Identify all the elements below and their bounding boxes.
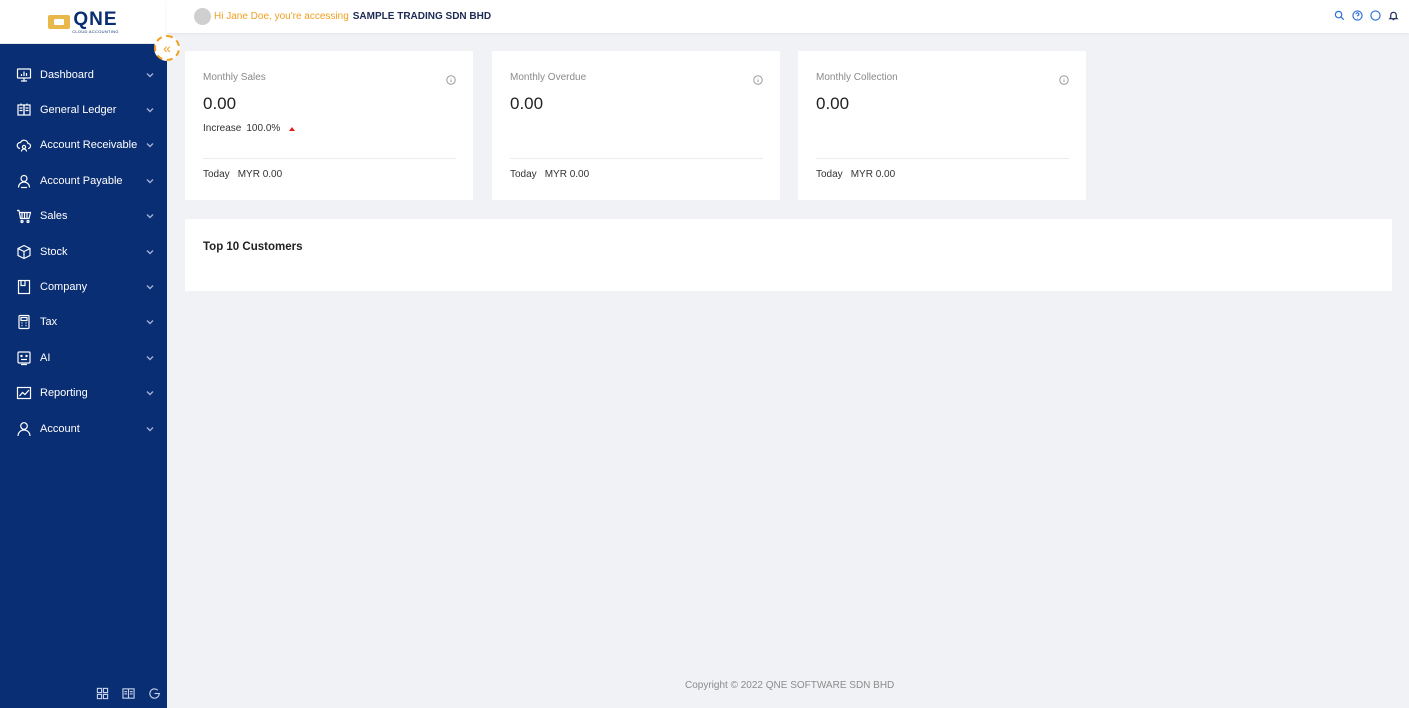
sidebar-item-label: Company [40, 281, 88, 294]
bell-icon[interactable] [1387, 9, 1399, 21]
kpi-card-monthly-collection: Monthly Collection 0.00 Today MYR 0.00 [798, 51, 1086, 200]
company-name: SAMPLE TRADING SDN BHD [352, 11, 492, 22]
kpi-today-value: MYR 0.00 [850, 169, 896, 180]
grid-icon[interactable] [95, 686, 109, 700]
person-icon [15, 420, 33, 438]
logo-subtitle: CLOUD ACCOUNTING [72, 28, 119, 34]
sidebar-item-ai[interactable]: AI [0, 340, 167, 375]
user-icon [15, 172, 33, 190]
ledger-icon [15, 101, 33, 119]
divider [510, 158, 763, 159]
logout-icon[interactable] [147, 686, 161, 700]
top-customers-panel: Top 10 Customers [185, 219, 1392, 291]
chevron-down-icon [146, 317, 154, 325]
chevron-down-icon [146, 70, 154, 78]
sidebar-item-label: Account Payable [40, 174, 123, 187]
sidebar-item-account-payable[interactable]: Account Payable [0, 163, 167, 198]
chevron-down-icon [146, 211, 154, 219]
sidebar-item-label: Account Receivable [40, 139, 138, 152]
kpi-value: 0.00 [816, 94, 850, 113]
sidebar-item-label: Sales [40, 210, 68, 223]
sidebar-item-reporting[interactable]: Reporting [0, 376, 167, 411]
sidebar-item-label: General Ledger [40, 104, 117, 117]
sidebar-item-tax[interactable]: Tax [0, 305, 167, 340]
kpi-footer: Today MYR 0.00 [510, 169, 589, 180]
sidebar-item-label: Dashboard [40, 68, 94, 81]
collapse-sidebar-button[interactable]: « [154, 35, 180, 61]
sidebar-item-label: Tax [40, 316, 58, 329]
sidebar-item-label: AI [40, 351, 51, 364]
kpi-today-label: Today [510, 169, 537, 180]
sidebar-item-stock[interactable]: Stock [0, 234, 167, 269]
sidebar-item-label: Account [40, 422, 80, 435]
sidebar-item-sales[interactable]: Sales [0, 199, 167, 234]
sidebar-item-label: Reporting [40, 387, 88, 400]
robot-icon [15, 349, 33, 367]
cart-icon [15, 207, 33, 225]
kpi-card-monthly-overdue: Monthly Overdue 0.00 Today MYR 0.00 [492, 51, 780, 200]
chevron-down-icon [146, 282, 154, 290]
info-icon[interactable] [446, 72, 456, 85]
double-chevron-left-icon: « [163, 40, 171, 56]
book-icon[interactable] [121, 686, 135, 700]
line-chart-icon [15, 384, 33, 402]
avatar[interactable] [194, 8, 211, 25]
kpi-today-value: MYR 0.00 [544, 169, 590, 180]
sidebar-item-account-receivable[interactable]: Account Receivable [0, 128, 167, 163]
kpi-title: Monthly Sales [203, 72, 266, 83]
box-icon [15, 243, 33, 261]
topbar: Hi Jane Doe, you're accessing SAMPLE TRA… [167, 0, 1409, 33]
info-icon[interactable] [753, 72, 763, 85]
chevron-down-icon [146, 424, 154, 432]
kpi-value: 0.00 [510, 94, 544, 113]
search-icon[interactable] [1333, 9, 1345, 21]
chevron-down-icon [146, 353, 154, 361]
kpi-change-value: 100.0% [246, 123, 281, 134]
sidebar-item-label: Stock [40, 245, 68, 258]
kpi-change-label: Increase [203, 123, 242, 134]
calculator-icon [15, 313, 33, 331]
kpi-footer: Today MYR 0.00 [816, 169, 895, 180]
chevron-down-icon [146, 247, 154, 255]
copyright-text: Copyright © 2022 QNE SOFTWARE SDN BHD [685, 680, 895, 691]
arrow-up-icon [289, 126, 296, 131]
kpi-today-label: Today [816, 169, 843, 180]
logo-word: QNE [73, 8, 118, 30]
logo-area: QNE CLOUD ACCOUNTING [0, 0, 167, 44]
kpi-today-label: Today [203, 169, 230, 180]
cloud-user-icon [15, 136, 33, 154]
qne-logo[interactable]: QNE CLOUD ACCOUNTING [48, 10, 119, 34]
chevron-down-icon [146, 105, 154, 113]
chat-icon[interactable] [1369, 9, 1381, 21]
document-icon [15, 278, 33, 296]
sidebar-item-general-ledger[interactable]: General Ledger [0, 92, 167, 127]
logo-mark-icon [48, 14, 71, 29]
chevron-down-icon [146, 140, 154, 148]
sidebar-item-dashboard[interactable]: Dashboard [0, 57, 167, 92]
sidebar-menu: Dashboard General Ledger Account Receiva… [0, 57, 167, 446]
panel-title: Top 10 Customers [203, 241, 303, 253]
kpi-today-value: MYR 0.00 [237, 169, 283, 180]
kpi-value: 0.00 [203, 94, 237, 113]
chevron-down-icon [146, 388, 154, 396]
kpi-card-monthly-sales: Monthly Sales 0.00 Increase 100.0% Today… [185, 51, 473, 200]
topbar-actions [1333, 9, 1399, 21]
sidebar-item-company[interactable]: Company [0, 269, 167, 304]
kpi-change: Increase 100.0% [203, 123, 296, 134]
kpi-footer: Today MYR 0.00 [203, 169, 282, 180]
kpi-title: Monthly Overdue [510, 72, 587, 83]
sidebar: QNE CLOUD ACCOUNTING Dashboard General L… [0, 0, 167, 708]
chevron-down-icon [146, 176, 154, 184]
help-icon[interactable] [1351, 9, 1363, 21]
divider [203, 158, 456, 159]
divider [816, 158, 1069, 159]
sidebar-item-account[interactable]: Account [0, 411, 167, 446]
kpi-title: Monthly Collection [816, 72, 898, 83]
info-icon[interactable] [1059, 72, 1069, 85]
monitor-chart-icon [15, 66, 33, 84]
greeting-text: Hi Jane Doe, you're accessing [214, 11, 349, 22]
sidebar-footer [95, 686, 161, 700]
